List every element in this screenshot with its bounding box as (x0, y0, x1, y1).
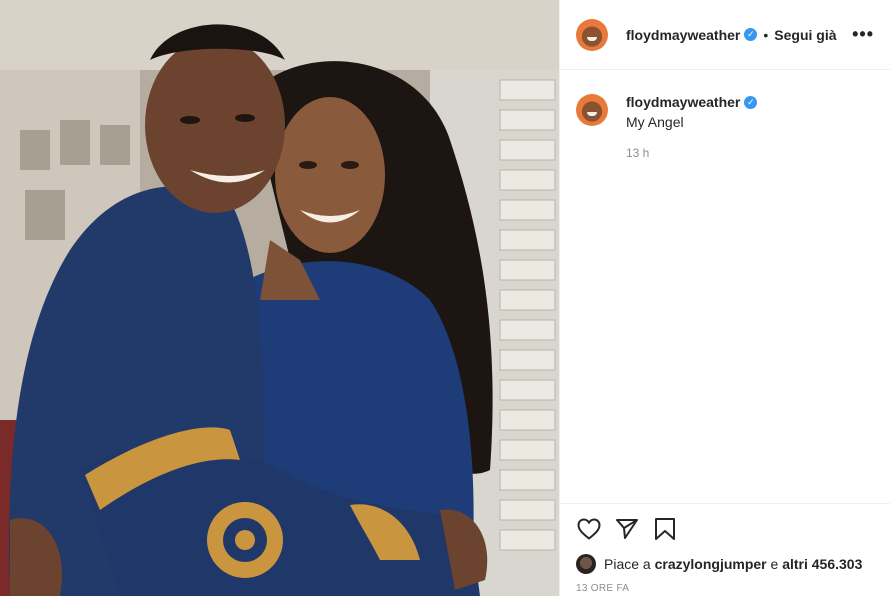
caption-author-line: floydmayweather ✓ (626, 94, 758, 110)
likes-summary[interactable]: Piace a crazylongjumper e altri 456.303 (576, 554, 874, 574)
caption-avatar[interactable] (576, 94, 608, 126)
post-timestamp[interactable]: 13 ORE FA (576, 583, 874, 594)
action-icons (576, 514, 874, 544)
caption-age[interactable]: 13 h (626, 146, 757, 160)
caption-body: floydmayweather ✓ My Angel 13 h (626, 94, 758, 160)
post-photo[interactable] (0, 0, 559, 596)
heart-icon[interactable] (576, 516, 602, 542)
avatar[interactable] (576, 18, 608, 51)
likes-count[interactable]: altri 456.303 (782, 556, 862, 572)
photo-illustration (0, 0, 559, 596)
separator-dot: • (763, 26, 769, 43)
paper-plane-icon[interactable] (614, 516, 640, 542)
post-header: floydmayweather ✓ • Segui già ••• (560, 0, 890, 70)
likes-prefix: Piace a (604, 556, 651, 572)
likes-middle: e (770, 556, 779, 572)
username-link[interactable]: floydmayweather (626, 27, 740, 43)
liker-avatar (576, 554, 596, 574)
caption-text: My Angel (626, 114, 684, 130)
more-options-icon[interactable]: ••• (852, 24, 874, 45)
liker-username[interactable]: crazylongjumper (655, 556, 767, 572)
bookmark-icon[interactable] (652, 516, 678, 542)
post-side-panel: floydmayweather ✓ • Segui già ••• floydm… (559, 0, 890, 596)
verified-badge-icon: ✓ (744, 28, 758, 41)
post-actions: Piace a crazylongjumper e altri 456.303 … (560, 503, 890, 596)
following-button[interactable]: Segui già (774, 27, 836, 43)
verified-badge-icon: ✓ (744, 95, 758, 109)
caption-username-link[interactable]: floydmayweather (626, 94, 740, 110)
caption-comment: floydmayweather ✓ My Angel 13 h (560, 70, 890, 160)
